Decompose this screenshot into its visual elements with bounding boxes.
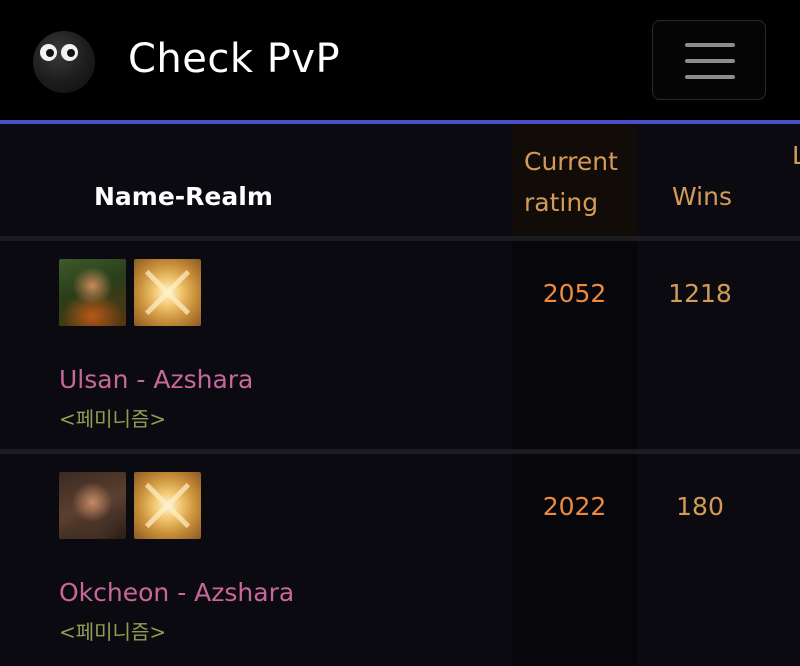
hamburger-menu-icon	[685, 43, 735, 47]
table-row[interactable]: Okcheon - Azshara <페미니즘> 2022 180	[0, 454, 800, 662]
top-navbar: Check PvP	[0, 0, 800, 124]
left-eye-icon	[40, 44, 57, 61]
header-offscreen-column[interactable]: L	[792, 141, 800, 170]
brand-title[interactable]: Check PvP	[128, 36, 340, 82]
hamburger-menu-icon	[685, 59, 735, 63]
rating-value: 2052	[542, 279, 607, 308]
header-name-realm[interactable]: Name-Realm	[94, 182, 273, 211]
header-wins[interactable]: Wins	[672, 182, 732, 211]
menu-toggle-button[interactable]	[652, 20, 766, 100]
dwarf-portrait-icon	[59, 259, 126, 326]
human-portrait-icon	[59, 472, 126, 539]
guild-name: <페미니즘>	[59, 620, 167, 644]
holy-light-spec-icon	[134, 472, 201, 539]
wins-value: 180	[676, 492, 724, 521]
holy-light-spec-icon	[134, 259, 201, 326]
rating-value: 2022	[542, 492, 607, 521]
leaderboard-table: Name-Realm Current rating Wins L Ulsan -…	[0, 124, 800, 666]
table-row[interactable]: Ulsan - Azshara <페미니즘> 2052 1218	[0, 241, 800, 449]
header-current-rating[interactable]: Current rating	[524, 141, 636, 223]
googly-eyes-logo-icon[interactable]	[33, 31, 95, 93]
hamburger-menu-icon	[685, 75, 735, 79]
character-name-link[interactable]: Ulsan - Azshara	[59, 365, 253, 394]
character-name-link[interactable]: Okcheon - Azshara	[59, 578, 294, 607]
wins-value: 1218	[668, 279, 732, 308]
guild-name: <페미니즘>	[59, 407, 167, 431]
right-eye-icon	[61, 44, 78, 61]
